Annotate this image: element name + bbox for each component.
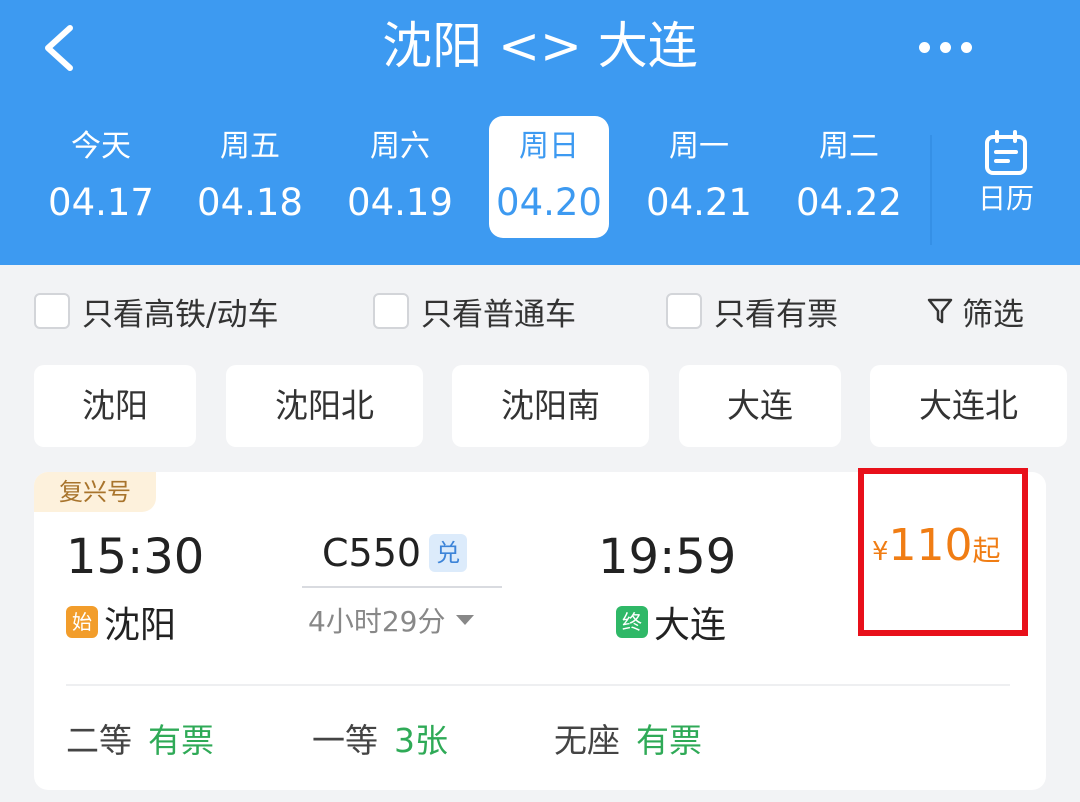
date-tab[interactable]: 今天 04.17 (26, 116, 176, 238)
price-currency: ¥ (872, 537, 889, 567)
date-tabs: 今天 04.17 周五 04.18 周六 04.19 周日 04.20 周一 0… (26, 116, 922, 238)
header-bar: 沈阳 <> 大连 今天 04.17 周五 04.18 周六 04.19 周日 0… (0, 0, 1080, 265)
seat-availability: 3张 (394, 721, 448, 760)
date-tab[interactable]: 周一 04.21 (624, 116, 774, 238)
date-tab-date: 04.18 (197, 181, 303, 224)
seat-class-name: 二等 (66, 721, 132, 760)
train-number: C550 兑 (322, 528, 468, 578)
arrive-station-name: 大连 (654, 605, 727, 646)
station-chip[interactable]: 沈阳北 (226, 365, 423, 447)
date-tab-day: 周五 (220, 129, 280, 164)
filter-button[interactable]: 筛选 (926, 289, 1024, 333)
price: ¥ 110 起 (872, 520, 1001, 586)
terminal-badge: 终 (616, 606, 648, 638)
date-tab-day: 周一 (669, 129, 729, 164)
available-only-checkbox[interactable]: 只看有票 (666, 291, 838, 333)
seat-class: 一等 3张 (312, 716, 448, 760)
date-tab-date: 04.17 (48, 181, 154, 224)
caret-down-icon (456, 615, 475, 625)
price-amount: 110 (888, 520, 973, 571)
station-chip[interactable]: 沈阳 (34, 365, 196, 447)
brand-tag: 复兴号 (34, 472, 156, 512)
page-title: 沈阳 <> 大连 (382, 17, 698, 75)
date-tab-date: 04.19 (347, 181, 453, 224)
normal-train-checkbox[interactable]: 只看普通车 (373, 291, 576, 333)
train-card[interactable]: 复兴号 15:30 始 沈阳 C550 兑 4小时29分 19:59 终 大连 … (34, 472, 1046, 790)
checkbox-box (34, 293, 70, 329)
route-line (302, 586, 502, 588)
date-tab-date: 04.20 (496, 181, 602, 224)
calendar-divider (930, 135, 932, 245)
price-suffix: 起 (972, 534, 1001, 567)
funnel-icon (927, 298, 953, 324)
checkbox-label: 只看有票 (714, 296, 838, 333)
chevron-left-icon (45, 25, 73, 71)
duration-toggle[interactable]: 4小时29分 (308, 600, 479, 640)
more-horizontal-icon (918, 41, 930, 53)
date-tab-date: 04.22 (796, 181, 902, 224)
date-tab-day: 周日 (519, 129, 579, 164)
seat-availability: 有票 (636, 721, 702, 760)
depart-time: 15:30 (66, 529, 205, 585)
checkbox-label: 只看普通车 (421, 296, 576, 333)
back-button[interactable] (34, 20, 86, 76)
date-tab[interactable]: 周五 04.18 (175, 116, 325, 238)
seat-class: 无座 有票 (554, 716, 702, 760)
date-tab-date: 04.21 (646, 181, 752, 224)
station-chip[interactable]: 沈阳南 (452, 365, 649, 447)
date-tab-day: 周二 (819, 129, 879, 164)
arrive-station: 终 大连 (616, 600, 726, 646)
card-divider (66, 684, 1010, 686)
arrive-time: 19:59 (598, 529, 737, 585)
date-tab[interactable]: 周二 04.22 (774, 116, 924, 238)
date-tab[interactable]: 周六 04.19 (325, 116, 475, 238)
filter-bar: 只看高铁/动车 只看普通车 只看有票 筛选 (0, 265, 1080, 355)
calendar-icon (985, 130, 1027, 175)
origin-badge: 始 (66, 606, 98, 638)
station-chips: 沈阳 沈阳北 沈阳南 大连 大连北 (0, 365, 1080, 447)
duration-text: 4小时29分 (308, 605, 446, 638)
seat-availability: 有票 (148, 721, 214, 760)
depart-station-name: 沈阳 (104, 605, 177, 646)
redeem-badge: 兑 (429, 534, 468, 572)
date-tab-day: 周六 (370, 129, 430, 164)
date-tab-selected[interactable]: 周日 04.20 (489, 116, 609, 238)
filter-label: 筛选 (962, 296, 1024, 333)
station-chip[interactable]: 大连 (679, 365, 841, 447)
checkbox-box (373, 293, 409, 329)
train-number-text: C550 (322, 531, 422, 575)
station-chip[interactable]: 大连北 (870, 365, 1067, 447)
seat-class-name: 一等 (312, 721, 378, 760)
seat-class: 二等 有票 (66, 716, 214, 760)
checkbox-label: 只看高铁/动车 (82, 296, 279, 333)
date-tab-day: 今天 (71, 129, 131, 164)
more-button[interactable] (910, 24, 980, 70)
high-speed-checkbox[interactable]: 只看高铁/动车 (34, 291, 279, 333)
seat-class-name: 无座 (554, 721, 620, 760)
depart-station: 始 沈阳 (66, 600, 176, 646)
checkbox-box (666, 293, 702, 329)
calendar-label: 日历 (977, 182, 1034, 215)
calendar-button[interactable]: 日历 (958, 128, 1054, 238)
